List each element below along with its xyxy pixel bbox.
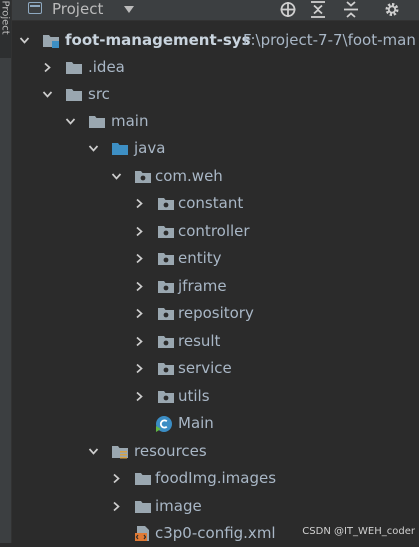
tree-label-utils: utils xyxy=(178,387,210,405)
tree-row-main-class[interactable]: Main xyxy=(12,410,419,437)
project-icon xyxy=(28,2,42,14)
root-path: F:\project-7-7\foot-man xyxy=(243,31,416,49)
tree-row-root[interactable]: foot-management-sys F:\project-7-7\foot-… xyxy=(12,27,419,54)
side-tool-strip: Project xyxy=(0,0,12,543)
folder-icon xyxy=(66,89,82,101)
tree-label-main: main xyxy=(111,112,149,130)
folder-icon xyxy=(89,116,105,128)
chevron-right-icon[interactable] xyxy=(134,198,145,209)
tree-row-image[interactable]: image xyxy=(12,493,419,520)
project-view-title[interactable]: Project xyxy=(52,0,103,19)
tree-row-java[interactable]: java xyxy=(12,135,419,162)
collapse-all-icon[interactable] xyxy=(341,0,361,19)
chevron-right-icon[interactable] xyxy=(111,501,122,512)
tree-row-service[interactable]: service xyxy=(12,355,419,382)
tree-row-result[interactable]: result xyxy=(12,328,419,355)
tree-row-package-com-weh[interactable]: com.weh xyxy=(12,163,419,190)
tree-label-image: image xyxy=(155,497,202,515)
tree-label-jframe: jframe xyxy=(178,277,227,295)
tree-label-entity: entity xyxy=(178,249,222,267)
package-icon xyxy=(158,391,174,403)
tree-label-package: com.weh xyxy=(155,167,223,185)
chevron-right-icon[interactable] xyxy=(134,253,145,264)
module-folder-icon xyxy=(43,35,59,48)
package-icon xyxy=(158,363,174,375)
project-toolbar: Project xyxy=(12,0,419,21)
chevron-right-icon[interactable] xyxy=(134,226,145,237)
tree-label-root: foot-management-sys xyxy=(65,31,251,49)
tree-label-java: java xyxy=(134,139,166,157)
tree-label-repository: repository xyxy=(178,304,254,322)
tree-label-result: result xyxy=(178,332,221,350)
folder-icon xyxy=(66,62,82,74)
tree-row-src[interactable]: src xyxy=(12,81,419,108)
package-icon xyxy=(158,253,174,265)
chevron-down-icon[interactable] xyxy=(124,6,134,13)
tree-label-constant: constant xyxy=(178,194,244,212)
gear-icon[interactable] xyxy=(382,0,402,19)
chevron-right-icon[interactable] xyxy=(134,336,145,347)
project-side-tab[interactable]: Project xyxy=(0,0,11,58)
expand-all-icon[interactable] xyxy=(308,0,328,19)
package-icon xyxy=(158,226,174,238)
chevron-down-icon[interactable] xyxy=(88,143,99,154)
source-folder-icon xyxy=(112,143,128,155)
xml-file-icon xyxy=(135,526,149,541)
tree-label-resources: resources xyxy=(134,442,207,460)
side-tab-label: Project xyxy=(0,0,11,35)
chevron-right-icon[interactable] xyxy=(42,62,53,73)
tree-row-foodimg-images[interactable]: foodImg.images xyxy=(12,465,419,492)
package-icon xyxy=(135,171,151,183)
folder-icon xyxy=(135,473,151,485)
chevron-right-icon[interactable] xyxy=(134,281,145,292)
tree-row-main[interactable]: main xyxy=(12,108,419,135)
tree-label-main-class: Main xyxy=(178,414,214,432)
chevron-down-icon[interactable] xyxy=(111,171,122,182)
chevron-down-icon[interactable] xyxy=(88,446,99,457)
package-icon xyxy=(158,281,174,293)
package-icon xyxy=(158,308,174,320)
tree-row-controller[interactable]: controller xyxy=(12,218,419,245)
chevron-right-icon[interactable] xyxy=(134,391,145,402)
chevron-down-icon[interactable] xyxy=(42,89,53,100)
folder-icon xyxy=(135,501,151,513)
tree-label-controller: controller xyxy=(178,222,250,240)
locate-icon[interactable] xyxy=(278,0,298,19)
chevron-right-icon[interactable] xyxy=(111,473,122,484)
package-icon xyxy=(158,198,174,210)
tree-label-src: src xyxy=(88,85,110,103)
chevron-down-icon[interactable] xyxy=(65,116,76,127)
tree-row-utils[interactable]: utils xyxy=(12,383,419,410)
java-class-icon xyxy=(156,416,172,432)
tree-row-resources[interactable]: resources xyxy=(12,438,419,465)
chevron-down-icon[interactable] xyxy=(19,35,30,46)
chevron-right-icon[interactable] xyxy=(134,308,145,319)
tree-row-constant[interactable]: constant xyxy=(12,190,419,217)
tree-label-idea: .idea xyxy=(88,58,125,76)
chevron-right-icon[interactable] xyxy=(134,363,145,374)
tree-label-foodimg: foodImg.images xyxy=(155,469,277,487)
tree-row-repository[interactable]: repository xyxy=(12,300,419,327)
tree-label-service: service xyxy=(178,359,232,377)
tree-row-idea[interactable]: .idea xyxy=(12,54,419,81)
tree-row-entity[interactable]: entity xyxy=(12,245,419,272)
resources-folder-icon xyxy=(112,446,128,459)
watermark: CSDN @IT_WEH_coder xyxy=(302,526,415,537)
tree-row-jframe[interactable]: jframe xyxy=(12,273,419,300)
package-icon xyxy=(158,336,174,348)
